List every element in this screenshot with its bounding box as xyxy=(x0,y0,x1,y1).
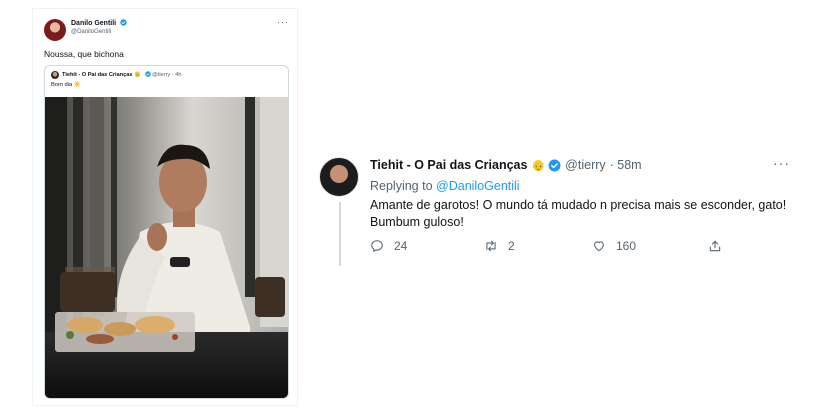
replying-to: Replying to @DaniloGentili xyxy=(370,179,520,193)
quoted-author-handle: @tierry xyxy=(152,72,171,78)
retweet-action[interactable]: 2 xyxy=(484,239,515,253)
quoted-time: · 4h xyxy=(171,72,182,78)
replying-prefix: Replying to xyxy=(370,179,433,193)
author-emoji: 👴 xyxy=(531,159,546,172)
verified-badge-icon xyxy=(120,19,127,26)
reply-count: 24 xyxy=(394,239,408,253)
quoted-header: Tiehit - O Pai das Crianças 👴 @tierry · … xyxy=(62,71,181,78)
thread-line xyxy=(339,202,341,266)
tweet-text: Noussa, que bichona xyxy=(44,49,124,59)
tweet-text: Amante de garotos! O mundo tá mudado n p… xyxy=(370,198,787,229)
quoted-author-emoji: 👴 xyxy=(134,72,141,78)
author-name[interactable]: Tiehit - O Pai das Crianças xyxy=(370,158,527,172)
author-handle[interactable]: @tierry xyxy=(565,158,605,172)
quoted-author-avatar xyxy=(51,71,59,79)
photo-illustration xyxy=(45,97,288,398)
author-avatar[interactable] xyxy=(44,19,66,41)
share-action[interactable] xyxy=(708,239,722,253)
retweet-icon xyxy=(486,240,496,252)
verified-badge-icon xyxy=(548,159,561,171)
tweet-actions: 24 2 160 xyxy=(370,239,730,255)
reply-icon xyxy=(371,240,383,252)
author-name[interactable]: Danilo Gentili xyxy=(71,20,116,27)
tweet-photo[interactable] xyxy=(45,97,288,398)
author-handle[interactable]: @DaniloGentili xyxy=(71,29,111,35)
author-avatar[interactable] xyxy=(319,157,359,197)
like-icon xyxy=(594,241,604,252)
like-count: 160 xyxy=(616,239,637,253)
left-tweet-card: Danilo Gentili @DaniloGentili ··· Noussa… xyxy=(32,8,298,406)
more-icon[interactable]: ··· xyxy=(277,17,289,27)
more-icon[interactable]: ··· xyxy=(773,155,790,171)
share-icon xyxy=(709,240,721,252)
retweet-count: 2 xyxy=(508,239,515,253)
verified-badge-icon xyxy=(144,71,151,77)
quoted-tweet[interactable]: Tiehit - O Pai das Crianças 👴 @tierry · … xyxy=(44,65,289,399)
like-action[interactable]: 160 xyxy=(592,239,636,253)
tweet-header: Tiehit - O Pai das Crianças 👴 @tierry · … xyxy=(370,158,642,172)
quoted-text: Bom dia ☀️ xyxy=(51,82,82,88)
author-name-row: Danilo Gentili xyxy=(71,19,127,27)
tweet-time[interactable]: · 58m xyxy=(610,158,642,172)
reply-tweet[interactable]: Tiehit - O Pai das Crianças 👴 @tierry · … xyxy=(318,150,798,270)
replying-to-link[interactable]: @DaniloGentili xyxy=(436,179,520,193)
quoted-author-name: Tiehit - O Pai das Crianças xyxy=(62,72,133,78)
reply-action[interactable]: 24 xyxy=(370,239,407,253)
